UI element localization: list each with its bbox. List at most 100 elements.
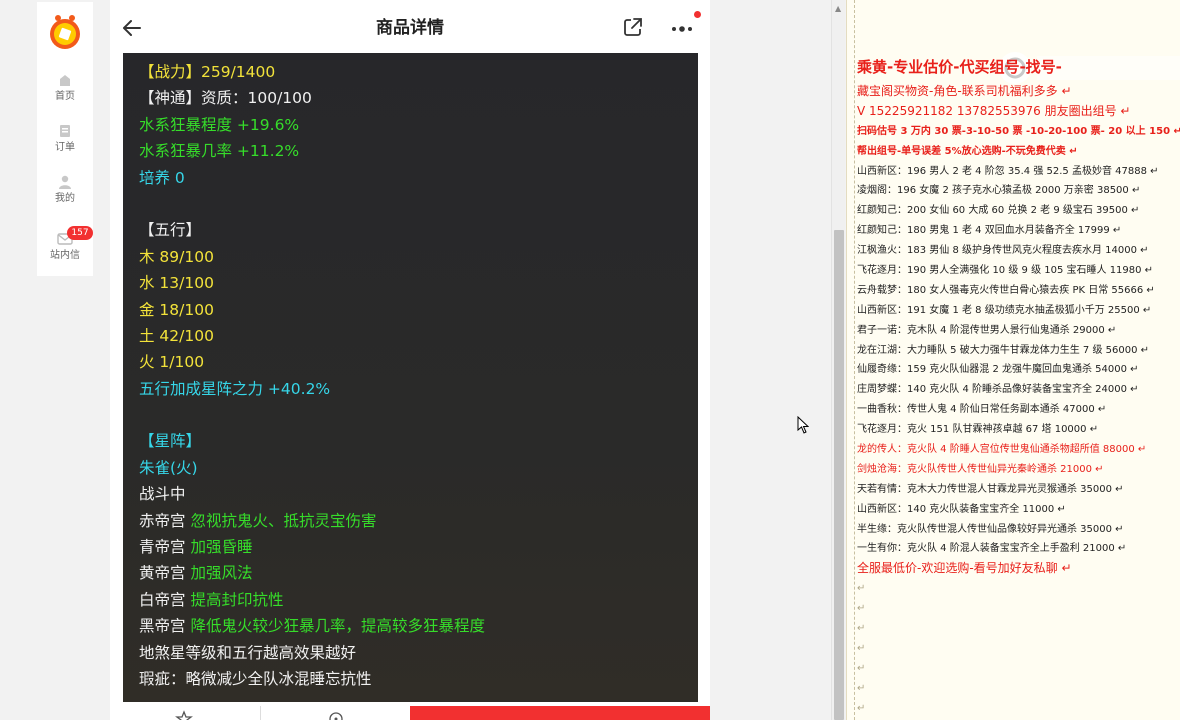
scrollbar-thumb[interactable] [834, 230, 844, 720]
detail-line: 战斗中 [139, 485, 186, 504]
detail-line: 朱雀(火) [139, 458, 198, 477]
notification-dot [694, 11, 701, 18]
nav-home-label: 首页 [55, 91, 75, 102]
detail-line: 水 13/100 [139, 274, 214, 293]
nav-orders-label: 订单 [55, 142, 75, 153]
message-count-badge: 157 [67, 226, 93, 240]
notes-document[interactable]: 乘黄-专业估价-代买组号-找号- 藏宝阁买物资-角色-联系司机福利多多 ↵ V 15… [846, 0, 1180, 720]
notes-line: 全服最低价-欢迎选购-看号加好友私聊 ↵ [857, 561, 1072, 576]
empty-paragraph-mark: ↵ [857, 603, 866, 615]
detail-line: 瑕疵：略微减少全队冰混睡忘抗性 [139, 669, 372, 688]
notes-line: 君子一诺：克木队 4 阶混传世男人景行仙鬼通杀 29000 ↵ [857, 324, 1117, 336]
notes-line: 天若有情：克木大力传世混人甘霖龙异光灵猴通杀 35000 ↵ [857, 483, 1124, 495]
empty-paragraph-mark: ↵ [857, 702, 866, 714]
notes-line: 凌烟阁：196 女魔 2 孩子克水心猿孟极 2000 万亲密 38500 ↵ [857, 185, 1141, 197]
detail-line: 【星阵】 [139, 432, 202, 451]
customer-service-icon[interactable] [326, 710, 346, 720]
detail-line [139, 191, 689, 217]
detail-line: 培养 0 [139, 168, 185, 187]
detail-line: 水系狂暴程度 +19.6% [139, 115, 300, 134]
product-detail-panel: 商品详情 【战力】259/1400 【神通】资质：100/100 水系狂暴程度 +1… [110, 0, 710, 720]
palace-effect: 降低鬼火较少狂暴几率，提高较多狂暴程度 [190, 617, 485, 636]
notes-line: 红颜知己：200 女仙 60 大成 60 兑换 2 老 9 级宝石 39500 … [857, 205, 1140, 217]
item-detail-lines: 【战力】259/1400 【神通】资质：100/100 水系狂暴程度 +19.6% 水… [139, 59, 689, 692]
favorite-icon[interactable] [174, 710, 194, 720]
notes-line: 山西新区：191 女魔 1 老 8 级功绩克水抽孟极狐小千万 25500 ↵ [857, 304, 1152, 316]
notes-line: 一生有你：克火队 4 阶混人装备宝宝齐全上手盈利 21000 ↵ [857, 543, 1127, 555]
empty-paragraph-mark: ↵ [857, 623, 866, 635]
detail-line: 黑帝宫 降低鬼火较少狂暴几率，提高较多狂暴程度 [139, 613, 689, 639]
palace-effect: 忽视抗鬼火、抵抗灵宝伤害 [190, 511, 377, 530]
item-detail-content: 【战力】259/1400 【神通】资质：100/100 水系狂暴程度 +19.6% 水… [123, 53, 698, 702]
palace-name: 赤帝宫 [139, 511, 191, 530]
detail-line: 青帝宫 加强昏睡 [139, 534, 689, 560]
detail-line: 白帝宫 提高封印抗性 [139, 587, 689, 613]
palace-name: 黄帝宫 [139, 564, 191, 583]
notes-line: V 15225921182 13782553976 朋友圈出组号 ↵ [857, 103, 1131, 118]
palace-effect: 加强昏睡 [190, 538, 253, 557]
nav-home[interactable]: 首页 [37, 72, 93, 103]
more-options-icon[interactable] [668, 14, 698, 40]
notes-line: 庄周梦蝶：140 克火队 4 阶睡杀品像好装备宝宝齐全 24000 ↵ [857, 384, 1139, 396]
empty-paragraph-mark: ↵ [857, 662, 866, 674]
nav-me-label: 我的 [55, 193, 75, 204]
nav-messages-label: 站内信 [50, 250, 80, 261]
empty-paragraph-mark: ↵ [857, 682, 866, 694]
notes-line: 山西新区：196 男人 2 老 4 阶忽 35.4 强 52.5 孟极妙音 47… [857, 165, 1159, 177]
bottom-action-bar [110, 702, 710, 720]
notes-line: 剑烛沧海：克火队传世人传世仙异光秦岭通杀 21000 ↵ [857, 463, 1104, 475]
notes-title: 乘黄-专业估价-代买组号-找号- [857, 58, 1062, 76]
nav-orders[interactable]: 订单 [37, 123, 93, 154]
header-bar: 商品详情 [110, 0, 710, 53]
notes-line: 扫码估号 3 万内 30 票-3-10-50 票 -10-20-100 票- 2… [857, 125, 1180, 137]
scroll-up-arrow-icon[interactable]: ▲ [835, 4, 841, 13]
notes-line: 仙履奇缘：159 克火队仙器混 2 龙强牛魔回血鬼通杀 54000 ↵ [857, 364, 1139, 376]
notes-line: 飞花逐月：190 男人全满强化 10 级 9 级 105 宝石睡人 11980 … [857, 265, 1154, 277]
bottom-divider [260, 706, 261, 720]
detail-line: 黄帝宫 加强风法 [139, 560, 689, 586]
empty-paragraph-mark: ↵ [857, 642, 866, 654]
detail-line: 【战力】259/1400 [139, 63, 276, 81]
share-icon[interactable] [622, 16, 644, 38]
notes-line: 藏宝阁买物资-角色-联系司机福利多多 ↵ [857, 84, 1072, 98]
detail-line: 【五行】 [139, 221, 202, 240]
notes-line: 龙在江湖：大力睡队 5 破大力强牛甘霖龙体力生生 7 级 56000 ↵ [857, 344, 1149, 356]
detail-line: 地煞星等级和五行越高效果越好 [139, 643, 357, 662]
nav-rail: 首页 订单 我的 站内信 157 [37, 2, 93, 276]
notes-lines: 乘黄-专业估价-代买组号-找号- 藏宝阁买物资-角色-联系司机福利多多 ↵ V 15… [857, 8, 1180, 719]
buy-button[interactable] [410, 706, 710, 720]
detail-line: 木 89/100 [139, 247, 214, 266]
palace-name: 黑帝宫 [139, 617, 191, 636]
scrollbar[interactable]: ▲ [831, 0, 845, 720]
notes-line: 云舟载梦：180 女人强毒克火传世白骨心猿去疾 PK 日常 55666 ↵ [857, 284, 1155, 296]
detail-line: 五行加成星阵之力 +40.2% [139, 379, 331, 398]
detail-line: 火 1/100 [139, 353, 205, 372]
margin-guide [854, 0, 855, 720]
palace-effect: 加强风法 [190, 564, 253, 583]
detail-line: 水系狂暴几率 +11.2% [139, 142, 300, 161]
page-title: 商品详情 [376, 18, 444, 38]
nav-me[interactable]: 我的 [37, 174, 93, 205]
order-icon [60, 125, 70, 137]
app-logo-icon[interactable] [47, 14, 83, 50]
detail-line: 金 18/100 [139, 300, 214, 319]
home-icon [60, 75, 70, 86]
notes-line: 半生缘：克火队传世混人传世仙品像较好异光通杀 35000 ↵ [857, 523, 1124, 535]
palace-effect: 提高封印抗性 [190, 590, 284, 609]
notes-line: 飞花逐月：克火 151 队甘霖神孩卓越 67 塔 10000 ↵ [857, 424, 1099, 436]
detail-line: 赤帝宫 忽视抗鬼火、抵抗灵宝伤害 [139, 508, 689, 534]
palace-name: 青帝宫 [139, 538, 191, 557]
notes-line: 龙的传人：克火队 4 阶睡人宫位传世鬼仙通杀物超所值 88000 ↵ [857, 444, 1147, 456]
detail-line: 【神通】资质：100/100 [139, 89, 312, 108]
notes-line: 江枫渔火：183 男仙 8 级护身传世风克火程度去疾水月 14000 ↵ [857, 245, 1149, 257]
detail-line [139, 402, 689, 428]
notes-line: 帮出组号-单号误差 5%放心选购-不玩免费代卖 ↵ [857, 145, 1078, 157]
notes-line: 一曲香秋：传世人鬼 4 阶仙日常任务副本通杀 47000 ↵ [857, 404, 1107, 416]
palace-name: 白帝宫 [139, 590, 191, 609]
notes-line: 红颜知己：180 男鬼 1 老 4 双回血水月装备齐全 17999 ↵ [857, 225, 1122, 237]
notes-line: 山西新区：140 克火队装备宝宝齐全 11000 ↵ [857, 503, 1066, 515]
mouse-cursor-icon [797, 416, 809, 434]
detail-line: 土 42/100 [139, 326, 214, 345]
empty-paragraph-mark: ↵ [857, 583, 866, 595]
user-icon [59, 175, 71, 189]
